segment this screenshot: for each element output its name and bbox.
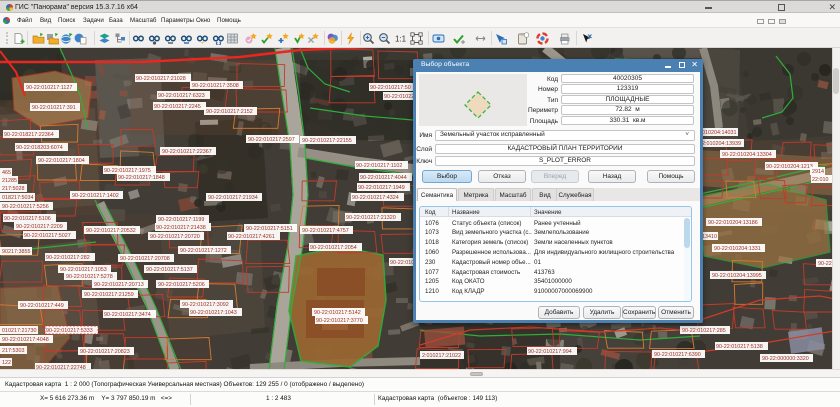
svg-text:90-22:010217:282: 90-22:010217:282 [46, 255, 90, 261]
svg-text:465: 465 [2, 170, 11, 176]
svg-text:90-22:010217:50: 90-22:010217:50 [370, 85, 411, 91]
svg-text:217:5303: 217:5303 [2, 348, 24, 354]
svg-text:90-22:010217:1949: 90-22:010217:1949 [358, 185, 405, 191]
svg-text:90-22:010204:13995: 90-22:010204:13995 [712, 273, 762, 279]
svg-text:90-22:010204:1213: 90-22:010204:1213 [766, 164, 813, 170]
svg-text:90-22:010217:449: 90-22:010217:449 [20, 303, 64, 309]
svg-text:90-22:010217:5106: 90-22:010217:5106 [4, 216, 51, 222]
svg-text:90-22:010217:5151: 90-22:010217:5151 [246, 226, 293, 232]
svg-text:90-22:010217:1804: 90-22:010217:1804 [38, 158, 85, 164]
svg-text:90-22:010217:5138: 90-22:010217:5138 [716, 344, 763, 350]
svg-text:90-22:010217:285: 90-22:010217:285 [682, 328, 726, 334]
svg-text:2:010204:13939: 2:010204:13939 [702, 141, 741, 147]
svg-text:90-22:010217:3770: 90-22:010217:3770 [316, 318, 363, 324]
svg-text:90-22:010217:5256: 90-22:010217:5256 [2, 204, 49, 210]
svg-text:2:010217:21022: 2:010217:21022 [422, 353, 461, 359]
svg-text:90-22:010217:994: 90-22:010217:994 [528, 349, 572, 355]
svg-text:90217:3855: 90217:3855 [2, 249, 30, 255]
svg-text:90-22:01022: 90-22:01022 [384, 94, 414, 100]
svg-text:90-22:010217:22367: 90-22:010217:22367 [162, 149, 212, 155]
svg-text:122: 122 [2, 360, 11, 366]
svg-text:90-22:010217:20708: 90-22:010217:20708 [120, 256, 170, 262]
svg-text:90-22:010217:5027: 90-22:010217:5027 [24, 233, 71, 239]
svg-text:90-22:010217:6390: 90-22:010217:6390 [654, 352, 701, 358]
svg-text:90-22:018203:6074: 90-22:018203:6074 [16, 145, 63, 151]
svg-text:90-22:010217:2054: 90-22:010217:2054 [310, 245, 357, 251]
svg-text:90-22:010217:3474: 90-22:010217:3474 [104, 312, 151, 318]
svg-text:90-22:010217:22155: 90-22:010217:22155 [302, 138, 352, 144]
svg-text:018217:5034: 018217:5034 [2, 195, 33, 201]
svg-text:90-22:010217:6323: 90-22:010217:6323 [158, 93, 205, 99]
svg-text:90-22:010217:1199: 90-22:010217:1199 [158, 217, 204, 223]
svg-text:1:1: 1:1 [395, 35, 407, 44]
svg-text:22:010: 22:010 [812, 177, 829, 183]
svg-text:90-22:010217:21934: 90-22:010217:21934 [208, 195, 258, 201]
svg-text:90-22:010217:1848: 90-22:010217:1848 [118, 175, 165, 181]
svg-text:90-22:010217:2597: 90-22:010217:2597 [248, 137, 295, 143]
svg-text:90-22:010217:5137: 90-22:010217:5137 [146, 267, 193, 273]
svg-text:90-22:010217:3508: 90-22:010217:3508 [192, 83, 239, 89]
svg-text:90-22:010217:21320: 90-22:010217:21320 [346, 215, 396, 221]
svg-text:90-22:000000:3320: 90-22:000000:3320 [762, 356, 809, 362]
svg-text:90-22:010217:2209: 90-22:010217:2209 [16, 224, 63, 230]
svg-text:90-22:010217:20532: 90-22:010217:20532 [86, 228, 136, 234]
svg-text:90-22:010217:4324: 90-22:010217:4324 [352, 195, 399, 201]
svg-text:90-22:010217:5142: 90-22:010217:5142 [314, 310, 361, 316]
svg-text:90-22:010217:21259: 90-22:010217:21259 [84, 292, 134, 298]
svg-text:90-22:010217:5333: 90-22:010217:5333 [46, 328, 93, 334]
svg-text:90-22:010217:1102: 90-22:010217:1102 [356, 163, 402, 169]
svg-text:90-22:010217:20713: 90-22:010217:20713 [94, 282, 144, 288]
svg-text:90-22:010217:5206: 90-22:010217:5206 [158, 282, 205, 288]
svg-text:90-22:010217:2245: 90-22:010217:2245 [154, 104, 201, 110]
svg-text:90-22:018217:22364: 90-22:018217:22364 [4, 132, 54, 138]
svg-text:90-22:0102: 90-22:0102 [818, 261, 832, 267]
svg-text:90-22:010217:1043: 90-22:010217:1043 [190, 310, 237, 316]
svg-text:90-22:010217:21028: 90-22:010217:21028 [136, 76, 186, 82]
svg-text:90-22:010217:391: 90-22:010217:391 [32, 105, 76, 111]
svg-text:90-22:010217:20823: 90-22:010217:20823 [80, 349, 130, 355]
svg-text:90-22:010217:4044: 90-22:010217:4044 [360, 175, 407, 181]
svg-text:2914: 2914 [812, 169, 824, 175]
svg-text:90-22:010217:3092: 90-22:010217:3092 [182, 302, 229, 308]
svg-text:90-22:010217:4048: 90-22:010217:4048 [2, 337, 49, 343]
svg-text:217:5028: 217:5028 [2, 186, 24, 192]
svg-text:13410: 13410 [702, 234, 717, 240]
svg-text:21285: 21285 [2, 178, 17, 184]
svg-text:90-22:010217:20720: 90-22:010217:20720 [150, 234, 200, 240]
svg-text:90-22:010217:1127: 90-22:010217:1127 [26, 85, 72, 91]
svg-text:90-22:010217:5278: 90-22:010217:5278 [66, 274, 113, 280]
svg-text:90-22:010217:21438: 90-22:010217:21438 [156, 225, 206, 231]
svg-text:90-22:010204:13186: 90-22:010204:13186 [708, 220, 758, 226]
svg-text:010217:21730: 010217:21730 [2, 328, 36, 334]
svg-text:90-22:010217:4261: 90-22:010217:4261 [228, 234, 275, 240]
svg-text:010204:14031: 010204:14031 [702, 130, 736, 136]
svg-text:90-22:010217:4757: 90-22:010217:4757 [302, 228, 349, 234]
svg-text:90-22:010217:1402: 90-22:010217:1402 [72, 193, 119, 199]
svg-text:90-22:010204:13304: 90-22:010204:13304 [722, 152, 772, 158]
svg-text:90-22:010204:1331: 90-22:010204:1331 [714, 246, 761, 252]
svg-text:90-22:010217:2152: 90-22:010217:2152 [206, 109, 253, 115]
svg-text:90-22:010217:1272: 90-22:010217:1272 [180, 248, 227, 254]
